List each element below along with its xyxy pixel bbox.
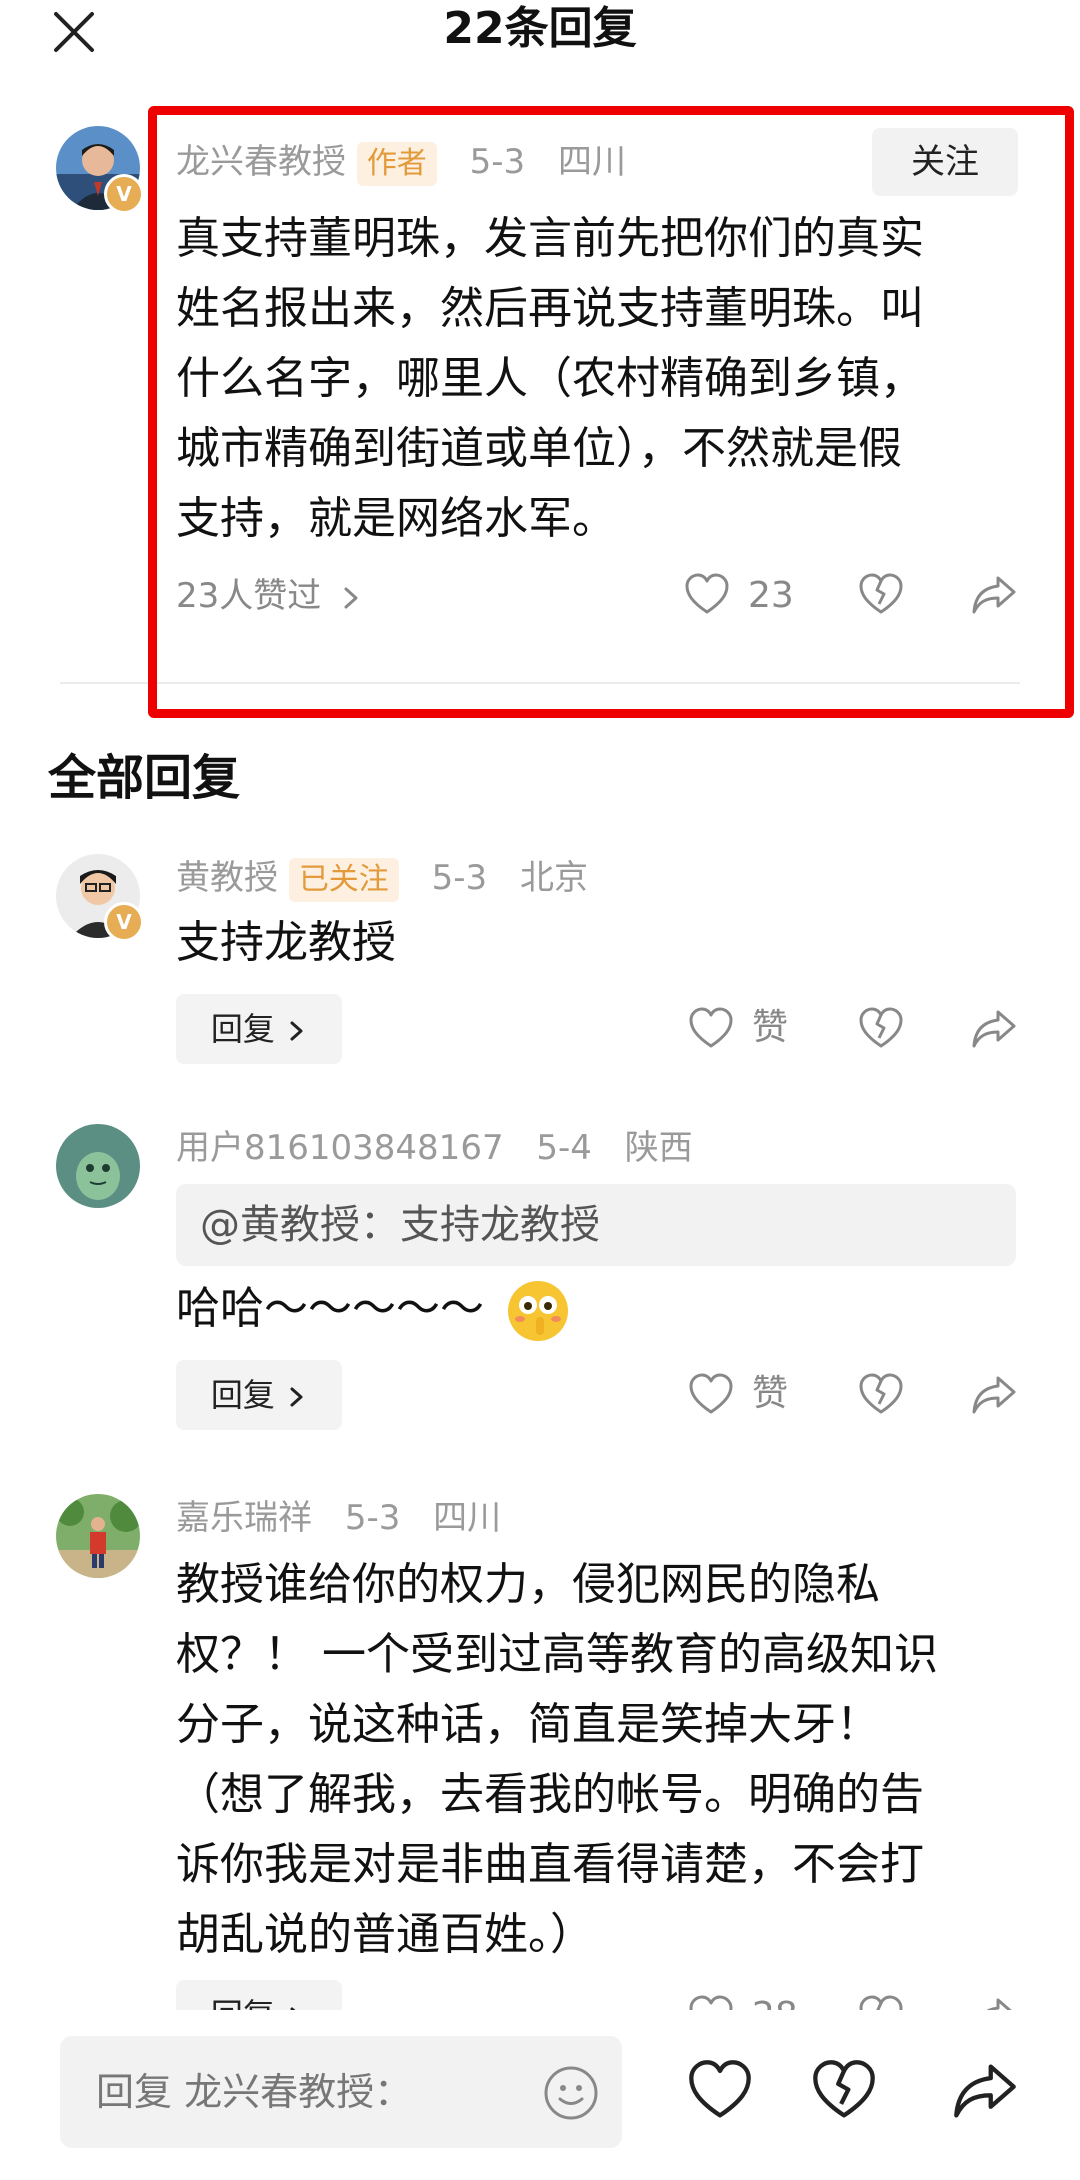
author-name[interactable]: 用户816103848167: [176, 1128, 504, 1168]
heart-icon: [689, 1373, 733, 1414]
broken-heart-icon: [813, 2060, 875, 2118]
dislike-post-button[interactable]: [810, 2058, 878, 2124]
emoji-button[interactable]: [542, 2064, 600, 2122]
chevron-right-icon: [290, 1021, 303, 1041]
text-line: 分子，说这种话，简直是笑掉大牙！: [176, 1699, 880, 1750]
share-button[interactable]: [970, 1372, 1018, 1418]
text-line: 教授谁给你的权力，侵犯网民的隐私: [176, 1559, 880, 1610]
flushed-emoji-icon: [508, 1281, 568, 1341]
reply-text: 哈哈～～～～～: [176, 1274, 572, 1345]
verified-badge: V: [104, 902, 144, 942]
like-button[interactable]: [688, 1006, 734, 1052]
reply-button[interactable]: 回复: [176, 994, 342, 1064]
dislike-button[interactable]: [858, 1006, 904, 1052]
reply-text: 支持龙教授: [176, 917, 396, 968]
text-line: 权？！ 一个受到过高等教育的高级知识: [176, 1629, 938, 1680]
reply-meta: 用户816103848167 5-4 陕西: [176, 1126, 693, 1170]
comment-location: 北京: [519, 858, 588, 898]
like-button[interactable]: [688, 1372, 734, 1418]
reply-button-label: 回复: [210, 1010, 275, 1048]
reply-text: 教授谁给你的权力，侵犯网民的隐私 权？！ 一个受到过高等教育的高级知识 分子，说…: [176, 1550, 938, 1970]
heart-icon: [689, 2060, 751, 2118]
share-button[interactable]: [970, 1006, 1018, 1052]
reply-button-label: 回复: [210, 1376, 275, 1414]
dislike-button[interactable]: [858, 1372, 904, 1418]
reply-button[interactable]: 回复: [176, 1360, 342, 1430]
comment-date: 5-3: [431, 858, 488, 898]
verified-badge: V: [104, 174, 144, 214]
author-name[interactable]: 黄教授: [176, 858, 278, 898]
share-icon: [972, 1376, 1016, 1414]
text-line: 胡乱说的普通百姓。）: [176, 1909, 594, 1960]
like-post-button[interactable]: [686, 2058, 754, 2124]
reply-meta: 嘉乐瑞祥 5-3 四川: [176, 1496, 501, 1540]
text-line: （想了解我，去看我的帐号。明确的告: [176, 1769, 924, 1820]
comment-location: 陕西: [624, 1128, 693, 1168]
comment-location: 四川: [433, 1498, 502, 1538]
section-title: 全部回复: [48, 750, 241, 806]
comment-date: 5-3: [344, 1498, 401, 1538]
share-icon: [954, 2064, 1016, 2118]
text-line: 诉你我是对是非曲直看得请楚，不会打: [176, 1839, 924, 1890]
emoji-icon: [544, 2066, 598, 2120]
reply-input-placeholder: 回复 龙兴春教授：: [96, 2070, 413, 2114]
avatar-reply-3[interactable]: [56, 1494, 140, 1578]
reply-text-line: 哈哈～～～～～: [176, 1283, 484, 1334]
share-icon: [972, 1010, 1016, 1048]
quoted-reply[interactable]: @黄教授：支持龙教授: [176, 1184, 1016, 1266]
share-post-button[interactable]: [950, 2058, 1020, 2124]
highlight-box: [148, 106, 1074, 718]
broken-heart-icon: [859, 1373, 903, 1414]
like-label: 赞: [752, 1007, 789, 1048]
author-name[interactable]: 嘉乐瑞祥: [176, 1498, 312, 1538]
avatar-reply-2[interactable]: [56, 1124, 140, 1208]
page-title: 22条回复: [443, 3, 637, 54]
like-label: 赞: [752, 1373, 789, 1414]
heart-icon: [689, 1007, 733, 1048]
comment-date: 5-4: [536, 1128, 592, 1168]
broken-heart-icon: [859, 1007, 903, 1048]
followed-tag: 已关注: [288, 858, 399, 902]
reply-meta: 黄教授 已关注 5-3 北京: [176, 856, 588, 902]
chevron-right-icon: [290, 1387, 303, 1407]
